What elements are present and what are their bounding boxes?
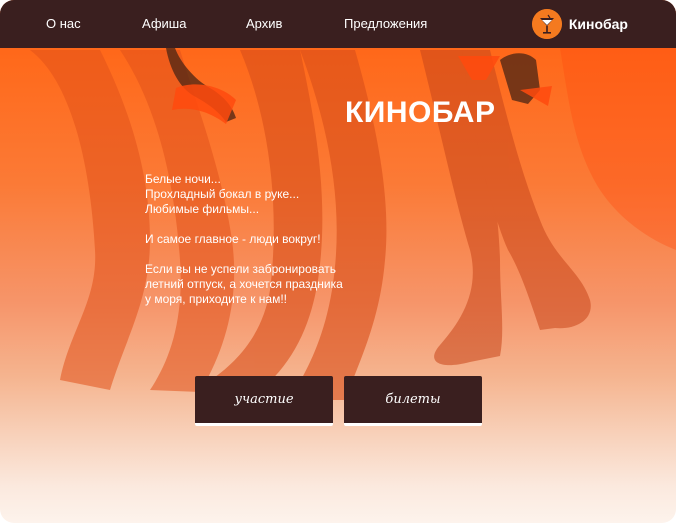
nav-item-offers[interactable]: Предложения bbox=[344, 0, 427, 48]
brand-name: Кинобар bbox=[568, 16, 628, 32]
text-line: летний отпуск, а хочется праздника bbox=[145, 277, 343, 291]
paragraph-people: И самое главное - люди вокруг! bbox=[145, 232, 405, 247]
text-line: И самое главное - люди вокруг! bbox=[145, 232, 321, 246]
nav-item-events[interactable]: Афиша bbox=[142, 0, 186, 48]
top-navigation: О нас Афиша Архив Предложения Кинобар bbox=[0, 0, 676, 48]
text-line: Если вы не успели забронировать bbox=[145, 262, 337, 276]
text-line: Белые ночи... bbox=[145, 172, 221, 186]
nav-item-archive[interactable]: Архив bbox=[246, 0, 282, 48]
tickets-button[interactable]: билеты bbox=[344, 376, 482, 426]
text-line: Любимые фильмы... bbox=[145, 202, 260, 216]
text-line: у моря, приходите к нам!! bbox=[145, 292, 287, 306]
page-frame: О нас Афиша Архив Предложения Кинобар КИ… bbox=[0, 0, 676, 523]
hero-description: Белые ночи... Прохладный бокал в руке...… bbox=[145, 172, 405, 322]
paragraph-invite: Если вы не успели забронировать летний о… bbox=[145, 262, 405, 307]
nav-item-about[interactable]: О нас bbox=[46, 0, 81, 48]
paragraph-intro: Белые ночи... Прохладный бокал в руке...… bbox=[145, 172, 405, 217]
text-line: Прохладный бокал в руке... bbox=[145, 187, 300, 201]
hero-title: КИНОБАР bbox=[345, 96, 496, 129]
participate-button[interactable]: участие bbox=[195, 376, 333, 426]
cocktail-glass-icon bbox=[531, 9, 562, 39]
brand-logo-link[interactable]: Кинобар bbox=[531, 8, 628, 40]
